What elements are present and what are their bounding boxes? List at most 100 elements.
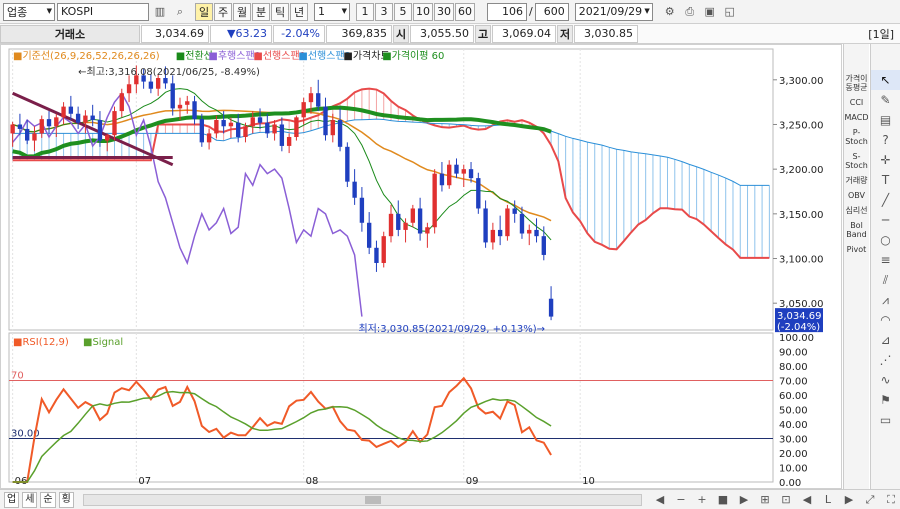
bottom-tab-3[interactable]: 순 xyxy=(40,491,56,508)
quick-1[interactable]: 1 xyxy=(356,2,374,21)
fan-icon[interactable]: ⩘ xyxy=(871,290,900,310)
candle-body xyxy=(308,93,314,103)
chart-area[interactable]: 3,300.00 3,250.00 3,200.00 3,150.00 3,100.00… xyxy=(0,44,842,489)
tab-tick[interactable]: 틱 xyxy=(271,2,289,21)
text-icon[interactable]: T xyxy=(871,170,900,190)
candle-body xyxy=(119,93,124,112)
legend-item-6: ■가격이평 60 xyxy=(382,49,444,62)
cycle-icon[interactable]: ⋰ xyxy=(871,350,900,370)
market-select[interactable]: 업종 xyxy=(3,2,55,21)
cursor-icon[interactable]: ↖ xyxy=(871,70,900,90)
channel-icon[interactable]: ⫽ xyxy=(871,270,900,290)
date-select[interactable]: 2021/09/29 xyxy=(574,2,653,21)
candle-body xyxy=(32,133,37,141)
indicator-psych[interactable]: 심리선 xyxy=(844,206,869,215)
total-input[interactable]: 600 xyxy=(534,2,569,21)
layout-icon[interactable]: ⊞ xyxy=(756,491,774,509)
fullscreen-icon[interactable]: ⛶ xyxy=(882,491,900,509)
candle-body xyxy=(163,78,168,84)
indicator-pstoch[interactable]: P-Stoch xyxy=(844,128,869,146)
price-pane xyxy=(8,48,774,331)
export-icon[interactable]: ⊡ xyxy=(777,491,795,509)
arc-icon[interactable]: ◠ xyxy=(871,310,900,330)
scrollbar[interactable] xyxy=(82,493,642,506)
quick-60[interactable]: 60 xyxy=(455,2,475,21)
auto-icon[interactable]: ⚑ xyxy=(871,390,900,410)
zoom-out-icon[interactable]: ◀ xyxy=(651,491,669,509)
candle-body xyxy=(228,122,234,127)
candle-body xyxy=(461,169,466,174)
tab-month[interactable]: 월 xyxy=(233,2,251,21)
chart-list-icon[interactable]: ▥ xyxy=(151,3,169,21)
eraser-icon[interactable]: ✎ xyxy=(871,90,900,110)
indicator-cci[interactable]: CCI xyxy=(844,98,869,107)
bottom-tab-4[interactable]: 횡 xyxy=(58,491,74,508)
plus-icon[interactable]: + xyxy=(693,491,711,509)
period-label: [1일] xyxy=(868,27,894,41)
x-axis-label: 07 xyxy=(138,476,151,487)
bottom-tab-2[interactable]: 세 xyxy=(22,491,38,508)
indicator-ma[interactable]: 가격이동평균 xyxy=(844,74,869,92)
interval-select[interactable]: 1 xyxy=(314,2,350,21)
window-layout-icon[interactable]: ▭ xyxy=(871,410,900,430)
crosshair-icon[interactable]: ✛ xyxy=(871,150,900,170)
circle-icon[interactable]: ○ xyxy=(871,230,900,250)
left-icon[interactable]: ◀ xyxy=(798,491,816,509)
candle-body xyxy=(177,104,183,109)
candle-body xyxy=(541,236,546,255)
x-axis-label: 10 xyxy=(582,476,595,487)
quick-30[interactable]: 30 xyxy=(434,2,454,21)
save-icon[interactable]: ▣ xyxy=(701,3,719,21)
indicator-sstoch[interactable]: S-Stoch xyxy=(844,152,869,170)
count-input[interactable]: 106 xyxy=(487,2,527,21)
candle-body xyxy=(155,78,161,89)
trendline-icon[interactable]: ╱ xyxy=(871,190,900,210)
fit-icon[interactable]: ⤢ xyxy=(861,491,879,509)
indicator-pivot[interactable]: Pivot xyxy=(844,245,869,254)
tab-year[interactable]: 년 xyxy=(290,2,308,21)
tab-week[interactable]: 주 xyxy=(214,2,232,21)
count-separator: / xyxy=(529,5,533,18)
candle-body xyxy=(301,102,306,118)
right-icon[interactable]: ▶ xyxy=(840,491,858,509)
minus-icon[interactable]: − xyxy=(672,491,690,509)
indicator-macd[interactable]: MACD xyxy=(844,113,869,122)
candle-body xyxy=(352,181,357,198)
quick-3[interactable]: 3 xyxy=(375,2,393,21)
indicator-bolband[interactable]: Bol Band xyxy=(844,221,869,239)
index-input[interactable]: KOSPI xyxy=(57,2,149,21)
indicator-volume[interactable]: 거래량 xyxy=(844,176,869,185)
line-icon[interactable]: L xyxy=(819,491,837,509)
window-icon[interactable]: ◱ xyxy=(721,3,739,21)
candle-body xyxy=(403,222,408,230)
tab-minute[interactable]: 분 xyxy=(252,2,270,21)
candle-body xyxy=(439,173,445,186)
candle-body xyxy=(294,117,299,137)
grid-icon[interactable]: ▤ xyxy=(871,110,900,130)
print-icon[interactable]: ⎙ xyxy=(681,3,699,21)
price-chart-svg[interactable]: 3,300.00 3,250.00 3,200.00 3,150.00 3,100.00… xyxy=(1,45,841,489)
search-icon[interactable]: ⌕ xyxy=(171,3,189,21)
quote-bar: 거래소 3,034.69 ▼63.23 -2.04% 369,835 시 3,0… xyxy=(0,24,900,44)
gann-icon[interactable]: ⊿ xyxy=(871,330,900,350)
next-icon[interactable]: ▶ xyxy=(735,491,753,509)
y-axis-label: 3,300.00 xyxy=(779,76,824,87)
candle-body xyxy=(497,229,503,237)
high-price: 3,069.04 xyxy=(492,24,556,43)
quick-5[interactable]: 5 xyxy=(394,2,412,21)
hline-icon[interactable]: ─ xyxy=(871,210,900,230)
bottom-tab-1[interactable]: 업 xyxy=(4,491,20,508)
y-axis-label: 3,150.00 xyxy=(779,210,824,221)
quick-10[interactable]: 10 xyxy=(413,2,433,21)
help-icon[interactable]: ? xyxy=(871,130,900,150)
indicator-obv[interactable]: OBV xyxy=(844,191,869,200)
settings-icon[interactable]: ⚙ xyxy=(661,3,679,21)
candle-body xyxy=(25,128,30,141)
wave-icon[interactable]: ∿ xyxy=(871,370,900,390)
tab-day[interactable]: 일 xyxy=(195,2,213,21)
fibo-icon[interactable]: ≡ xyxy=(871,250,900,270)
stop-icon[interactable]: ■ xyxy=(714,491,732,509)
candle-body xyxy=(90,115,95,121)
scroll-thumb[interactable] xyxy=(365,495,381,504)
legend-item-0: ■기준선(26,9,26,52,26,26,26) xyxy=(13,50,160,62)
